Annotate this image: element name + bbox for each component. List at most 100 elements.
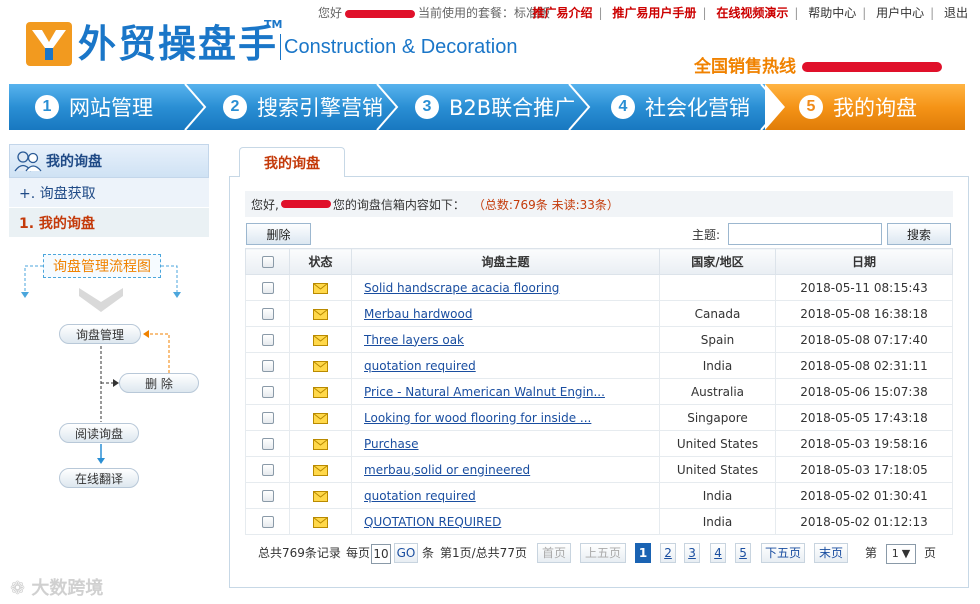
- pager-last-button[interactable]: 末页: [814, 543, 848, 563]
- row-checkbox[interactable]: [261, 360, 274, 372]
- row-subject-cell: Purchase: [351, 430, 660, 457]
- search-button[interactable]: 搜索: [887, 223, 951, 245]
- pager-prev5-button[interactable]: 上五页: [580, 543, 626, 563]
- sidebar-item-my-inquiries[interactable]: 1. 我的询盘: [9, 208, 209, 238]
- table-header-row: 状态 询盘主题 国家/地区 日期: [245, 248, 953, 275]
- column-header-date[interactable]: 日期: [775, 248, 953, 275]
- row-subject-link[interactable]: Looking for wood flooring for inside ...: [364, 411, 591, 425]
- unread-mail-icon: [313, 334, 328, 346]
- table-row[interactable]: Merbau hardwood Canada 2018-05-08 16:38:18: [245, 300, 953, 327]
- row-country-cell: [659, 274, 776, 301]
- row-checkbox[interactable]: [261, 464, 274, 476]
- sales-hotline: 全国销售热线: [694, 52, 942, 77]
- pager-jump-select[interactable]: 1 ▼: [886, 544, 916, 564]
- users-icon: [14, 151, 42, 172]
- row-checkbox[interactable]: [261, 438, 274, 450]
- flow-delete-button[interactable]: 删 除: [119, 373, 199, 393]
- watermark-logo-icon: ❁: [10, 578, 32, 599]
- row-status-cell: [289, 300, 352, 327]
- select-all-checkbox[interactable]: [261, 256, 274, 268]
- tab-my-inquiries[interactable]: 我的询盘: [239, 147, 345, 177]
- row-subject-cell: QUOTATION REQUIRED: [351, 508, 660, 535]
- pager-jump-prefix: 第: [865, 546, 878, 560]
- sidebar-item-inquiry-fetch[interactable]: +. 询盘获取: [9, 178, 209, 208]
- pager-page-2[interactable]: 2: [660, 543, 676, 563]
- logo-chinese-text: 外贸操盘手: [78, 22, 279, 66]
- table-row[interactable]: quotation required India 2018-05-08 02:31:…: [245, 352, 953, 379]
- table-row[interactable]: quotation required India 2018-05-02 01:30:…: [245, 482, 953, 509]
- unread-mail-icon: [313, 438, 328, 450]
- nav-item-b2b[interactable]: 3 B2B联合推广: [415, 84, 575, 130]
- top-link-video[interactable]: 在线视频演示: [716, 6, 788, 20]
- row-subject-link[interactable]: Solid handscrape acacia flooring: [364, 281, 559, 295]
- row-checkbox[interactable]: [261, 282, 274, 294]
- user-greeting: 您好 当前使用的套餐：标准版: [318, 6, 551, 20]
- column-header-country[interactable]: 国家/地区: [659, 248, 776, 275]
- table-row[interactable]: Purchase United States 2018-05-03 19:58:16: [245, 430, 953, 457]
- top-link-logout[interactable]: 退出: [944, 6, 968, 20]
- top-link-user-center[interactable]: 用户中心: [876, 6, 924, 20]
- row-subject-link[interactable]: quotation required: [364, 359, 476, 373]
- column-header-status[interactable]: 状态: [289, 248, 352, 275]
- nav-item-social[interactable]: 4 社会化营销: [611, 84, 750, 130]
- main-nav: 1 网站管理 2 搜索引擎营销 3 B2B联合推广 4 社会化营销 5 我的询盘: [9, 84, 965, 130]
- row-status-cell: [289, 326, 352, 353]
- flow-read-button[interactable]: 阅读询盘: [59, 423, 139, 443]
- row-date-cell: 2018-05-02 01:12:13: [775, 508, 953, 535]
- row-country-cell: United States: [659, 430, 776, 457]
- row-date-cell: 2018-05-03 17:18:05: [775, 456, 953, 483]
- flow-translate-button[interactable]: 在线翻译: [59, 468, 139, 488]
- top-link-intro[interactable]: 推广易介绍: [533, 6, 593, 20]
- row-checkbox[interactable]: [261, 308, 274, 320]
- redacted-username: [280, 200, 331, 208]
- site-logo[interactable]: 外贸操盘手 TM Construction & Decoration: [26, 18, 546, 68]
- nav-item-sem[interactable]: 2 搜索引擎营销: [223, 84, 383, 130]
- row-checkbox[interactable]: [261, 386, 274, 398]
- flow-manage-button[interactable]: 询盘管理: [59, 324, 141, 344]
- table-row[interactable]: Three layers oak Spain 2018-05-08 07:17:40: [245, 326, 953, 353]
- pager-page-5[interactable]: 5: [735, 543, 751, 563]
- pager-total: 总共769条记录: [258, 546, 341, 560]
- flowchart-title: 询盘管理流程图: [43, 254, 161, 278]
- row-country-cell: United States: [659, 456, 776, 483]
- table-row[interactable]: merbau,solid or engineered United States 2…: [245, 456, 953, 483]
- top-link-manual[interactable]: 推广易用户手册: [612, 6, 696, 20]
- row-subject-link[interactable]: Purchase: [364, 437, 419, 451]
- pager-page-size-input[interactable]: 10: [371, 544, 391, 564]
- row-status-cell: [289, 404, 352, 431]
- pager-next5-button[interactable]: 下五页: [761, 543, 805, 563]
- pager-go-button[interactable]: GO: [394, 543, 418, 563]
- pager-page-4[interactable]: 4: [710, 543, 726, 563]
- top-link-help[interactable]: 帮助中心: [808, 6, 856, 20]
- row-checkbox[interactable]: [261, 516, 274, 528]
- nav-item-website[interactable]: 1 网站管理: [35, 84, 153, 130]
- table-row[interactable]: Solid handscrape acacia flooring 2018-05-…: [245, 274, 953, 301]
- row-subject-link[interactable]: Price - Natural American Walnut Engin...: [364, 385, 605, 399]
- row-checkbox[interactable]: [261, 490, 274, 502]
- column-header-subject[interactable]: 询盘主题: [351, 248, 660, 275]
- inbox-counts: （总数:769条 未读:33条）: [472, 197, 619, 212]
- pager-page-1[interactable]: 1: [635, 543, 651, 563]
- row-checkbox[interactable]: [261, 334, 274, 346]
- row-subject-cell: merbau,solid or engineered: [351, 456, 660, 483]
- row-select-cell: [245, 456, 290, 483]
- pager-page-3[interactable]: 3: [684, 543, 700, 563]
- row-select-cell: [245, 482, 290, 509]
- row-subject-link[interactable]: quotation required: [364, 489, 476, 503]
- row-subject-link[interactable]: Three layers oak: [364, 333, 464, 347]
- row-subject-link[interactable]: Merbau hardwood: [364, 307, 472, 321]
- inquiry-table: 状态 询盘主题 国家/地区 日期 Solid handscrape acacia…: [245, 248, 953, 535]
- nav-item-inquiries[interactable]: 5 我的询盘: [799, 84, 917, 130]
- table-row[interactable]: Price - Natural American Walnut Engin...…: [245, 378, 953, 405]
- delete-button[interactable]: 删除: [246, 223, 311, 245]
- table-row[interactable]: QUOTATION REQUIRED India 2018-05-02 01:12:…: [245, 508, 953, 535]
- pager-first-button[interactable]: 首页: [537, 543, 571, 563]
- subject-search-input[interactable]: [728, 223, 882, 245]
- row-subject-link[interactable]: merbau,solid or engineered: [364, 463, 530, 477]
- row-country-cell: Spain: [659, 326, 776, 353]
- inquiry-table-body: Solid handscrape acacia flooring 2018-05-…: [245, 274, 953, 535]
- row-status-cell: [289, 274, 352, 301]
- table-row[interactable]: Looking for wood flooring for inside ...…: [245, 404, 953, 431]
- row-checkbox[interactable]: [261, 412, 274, 424]
- row-subject-link[interactable]: QUOTATION REQUIRED: [364, 515, 501, 529]
